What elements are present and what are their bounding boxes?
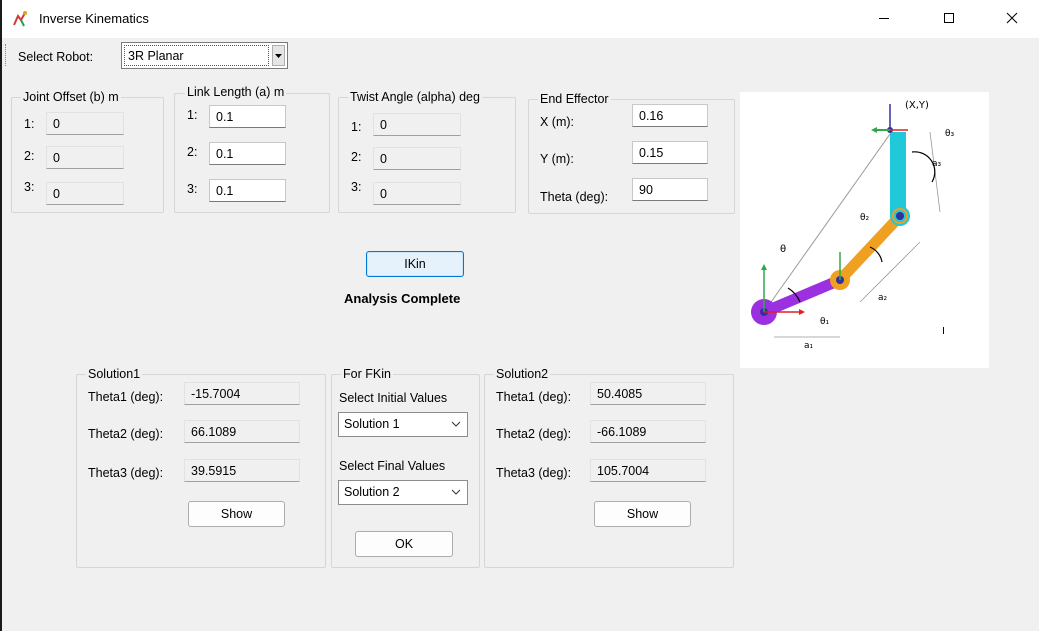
robot-diagram: (X,Y) θ θ₁ θ₂ θ₃ a₁ a₂ a₃ I [740, 92, 989, 368]
solution2-theta3-label: Theta3 (deg): [496, 466, 572, 480]
link-length-label-2: 2: [187, 145, 198, 159]
solution1-show-button[interactable]: Show [188, 501, 285, 527]
xy-label: (X,Y) [905, 100, 929, 111]
select-robot-label: Select Robot: [18, 50, 94, 64]
link-length-input-2[interactable]: 0.1 [209, 142, 286, 165]
solution1-theta3-label: Theta3 (deg): [88, 466, 164, 480]
chevron-down-icon [451, 421, 461, 427]
twist-angle-legend: Twist Angle (alpha) deg [348, 90, 482, 104]
solution1-theta1-label: Theta1 (deg): [88, 390, 164, 404]
close-button[interactable] [990, 0, 1034, 36]
dropdown-arrow-icon [275, 53, 282, 58]
theta3-label: θ₃ [945, 129, 955, 139]
analysis-status: Analysis Complete [344, 291, 461, 306]
theta1-label: θ₁ [820, 317, 830, 327]
maximize-button[interactable] [927, 0, 971, 36]
app-robot-icon [13, 11, 27, 27]
twist-angle-field-2: 0 [373, 147, 461, 170]
solution1-legend: Solution1 [86, 367, 143, 381]
twist-angle-field-1: 0 [373, 113, 461, 136]
joint-offset-label-3: 3: [24, 180, 35, 194]
solution2-theta1-label: Theta1 (deg): [496, 390, 572, 404]
link-length-legend: Link Length (a) m [185, 85, 287, 99]
robot-select-dropdown-button[interactable] [272, 45, 285, 66]
diagram-marker: I [942, 326, 945, 337]
fkin-ok-button[interactable]: OK [355, 531, 453, 557]
a1-label: a₁ [804, 341, 814, 351]
theta-label: θ [780, 244, 786, 255]
end-effector-y-input[interactable]: 0.15 [632, 141, 708, 164]
theta2-label: θ₂ [860, 213, 870, 223]
minimize-button[interactable] [862, 0, 906, 36]
twist-angle-label-3: 3: [351, 180, 362, 194]
solution2-theta2-field: -66.1089 [590, 420, 706, 443]
title-bar[interactable]: Inverse Kinematics [2, 0, 1039, 38]
a2-label: a₂ [878, 293, 888, 303]
joint-offset-label-1: 1: [24, 117, 35, 131]
fkin-initial-value: Solution 1 [344, 417, 400, 431]
twist-angle-label-1: 1: [351, 120, 362, 134]
solution1-theta1-field: -15.7004 [184, 382, 300, 405]
solution1-theta2-label: Theta2 (deg): [88, 427, 164, 441]
link-length-input-1[interactable]: 0.1 [209, 105, 286, 128]
robot-select-value-box: 3R Planar [124, 45, 269, 66]
solution2-theta3-field: 105.7004 [590, 459, 706, 482]
fkin-final-value: Solution 2 [344, 485, 400, 499]
solution2-theta2-label: Theta2 (deg): [496, 427, 572, 441]
solution2-theta1-field: 50.4085 [590, 382, 706, 405]
twist-angle-label-2: 2: [351, 150, 362, 164]
end-effector-y-label: Y (m): [540, 152, 574, 166]
maximize-icon [944, 13, 954, 23]
fkin-final-select[interactable]: Solution 2 [338, 480, 468, 505]
joint-offset-legend: Joint Offset (b) m [21, 90, 121, 104]
end-effector-legend: End Effector [538, 92, 611, 106]
link-3 [890, 132, 906, 216]
chevron-down-icon [451, 489, 461, 495]
end-effector-theta-input[interactable]: 90 [632, 178, 708, 201]
fkin-final-label: Select Final Values [339, 459, 446, 473]
joint-offset-field-1: 0 [46, 112, 124, 135]
window-title: Inverse Kinematics [39, 11, 149, 26]
minimize-icon [879, 18, 889, 19]
inverse-kinematics-window: Inverse Kinematics Select Robot: 3R Plan… [2, 0, 1039, 631]
robot-select-value: 3R Planar [128, 49, 184, 63]
solution1-theta2-field: 66.1089 [184, 420, 300, 443]
fkin-initial-label: Select Initial Values [339, 391, 448, 405]
close-icon [1006, 12, 1018, 24]
end-effector-x-label: X (m): [540, 115, 575, 129]
toolbar-grip [5, 44, 7, 66]
a3-label: a₃ [932, 159, 942, 169]
end-effector-theta-label: Theta (deg): [540, 190, 609, 204]
twist-angle-field-3: 0 [373, 182, 461, 205]
fkin-legend: For FKin [341, 367, 393, 381]
solution2-show-button[interactable]: Show [594, 501, 691, 527]
robot-diagram-svg: (X,Y) θ θ₁ θ₂ θ₃ a₁ a₂ a₃ I [751, 100, 955, 351]
joint-offset-field-3: 0 [46, 182, 124, 205]
link-length-label-3: 3: [187, 182, 198, 196]
link-length-label-1: 1: [187, 108, 198, 122]
fkin-initial-select[interactable]: Solution 1 [338, 412, 468, 437]
end-effector-x-input[interactable]: 0.16 [632, 104, 708, 127]
solution2-legend: Solution2 [494, 367, 551, 381]
link-length-input-3[interactable]: 0.1 [209, 179, 286, 202]
solution1-theta3-field: 39.5915 [184, 459, 300, 482]
link-2 [834, 210, 906, 286]
joint-offset-field-2: 0 [46, 146, 124, 169]
robot-select[interactable]: 3R Planar [121, 42, 288, 69]
joint-offset-label-2: 2: [24, 149, 35, 163]
ikin-button[interactable]: IKin [366, 251, 464, 277]
